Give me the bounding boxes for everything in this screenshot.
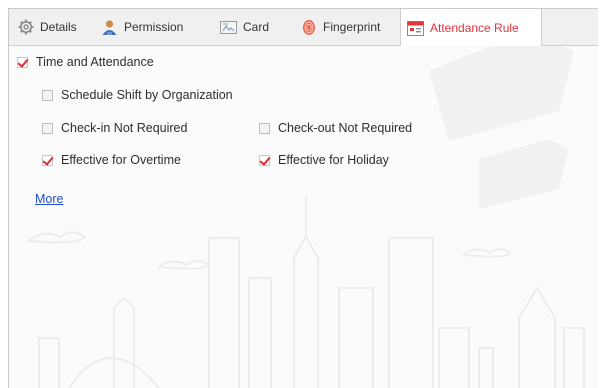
- tab-attendance-rule[interactable]: Attendance Rule: [400, 9, 542, 46]
- effective-holiday-checkbox[interactable]: [259, 154, 270, 166]
- time-and-attendance-label: Time and Attendance: [36, 55, 154, 69]
- checkin-not-required-option[interactable]: Check-in Not Required: [42, 121, 187, 135]
- effective-overtime-label: Effective for Overtime: [61, 153, 181, 167]
- checkout-not-required-checkbox[interactable]: [259, 122, 270, 134]
- tab-bar: Details Permission Card Fingerprint Atte…: [9, 9, 598, 46]
- gear-icon: [17, 19, 34, 36]
- effective-overtime-option[interactable]: Effective for Overtime: [42, 153, 181, 167]
- tab-permission[interactable]: Permission: [95, 9, 211, 45]
- fingerprint-icon: [300, 19, 317, 36]
- schedule-shift-checkbox[interactable]: [42, 89, 53, 101]
- time-and-attendance-option[interactable]: Time and Attendance: [17, 55, 154, 69]
- tab-label: Permission: [124, 20, 184, 34]
- effective-holiday-option[interactable]: Effective for Holiday: [259, 153, 389, 167]
- card-icon: [220, 19, 237, 36]
- tab-label: Attendance Rule: [430, 20, 519, 35]
- tab-label: Fingerprint: [323, 20, 381, 34]
- schedule-shift-option[interactable]: Schedule Shift by Organization: [42, 88, 233, 102]
- calendar-icon: [407, 19, 424, 36]
- checkin-not-required-label: Check-in Not Required: [61, 121, 188, 135]
- effective-holiday-label: Effective for Holiday: [278, 153, 389, 167]
- person-details-panel: Details Permission Card Fingerprint Atte…: [8, 8, 598, 388]
- tab-fingerprint[interactable]: Fingerprint: [294, 9, 404, 45]
- checkin-not-required-checkbox[interactable]: [42, 122, 53, 134]
- more-link[interactable]: More: [35, 192, 63, 206]
- checkout-not-required-label: Check-out Not Required: [278, 121, 413, 135]
- tab-label: Card: [243, 20, 270, 34]
- schedule-shift-label: Schedule Shift by Organization: [61, 88, 233, 102]
- effective-overtime-checkbox[interactable]: [42, 154, 53, 166]
- user-icon: [101, 19, 118, 36]
- time-and-attendance-checkbox[interactable]: [17, 56, 28, 68]
- tab-details[interactable]: Details: [11, 9, 91, 45]
- tab-card[interactable]: Card: [214, 9, 290, 45]
- attendance-rule-content: Time and Attendance Schedule Shift by Or…: [9, 46, 598, 388]
- tab-label: Details: [40, 20, 77, 34]
- checkout-not-required-option[interactable]: Check-out Not Required: [259, 121, 412, 135]
